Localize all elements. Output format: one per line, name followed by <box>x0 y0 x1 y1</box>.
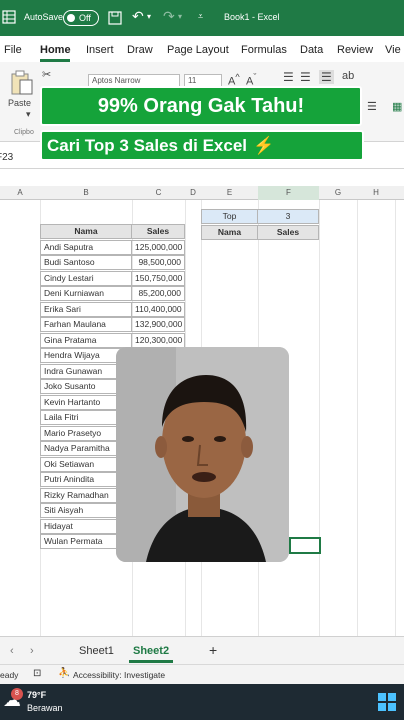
weather-condition: Berawan <box>27 703 63 713</box>
autosave-state: Off <box>79 13 91 23</box>
redo-icon[interactable]: ↷ <box>163 8 175 25</box>
status-bar: eady ⊡ ⛹ Accessibility: Investigate <box>0 664 404 684</box>
scroll-left-icon[interactable]: ‹ <box>10 645 14 657</box>
cell-nama[interactable]: Farhan Maulana <box>40 317 132 332</box>
undo-dropdown-icon[interactable]: ▾ <box>147 12 151 21</box>
presenter-photo <box>116 347 289 562</box>
title-bar: AutoSave Off ↶ ▾ ↷ ▾ ⩡ Book1 - Excel <box>0 0 404 36</box>
cell-sales[interactable]: 85,200,000 <box>131 286 185 301</box>
excel-grid-icon[interactable] <box>2 10 16 24</box>
merge-icon[interactable]: ☰ <box>367 100 377 113</box>
tab-draw[interactable]: Draw <box>127 44 153 56</box>
top-value-cell[interactable]: 3 <box>257 209 319 224</box>
top-header-nama[interactable]: Nama <box>201 225 258 240</box>
autosave-label: AutoSave <box>24 12 64 22</box>
scroll-right-icon[interactable]: › <box>30 645 34 657</box>
customize-toolbar-icon[interactable]: ⩡ <box>198 11 203 22</box>
grid-line <box>357 200 358 636</box>
top-header-sales[interactable]: Sales <box>257 225 319 240</box>
grid-line <box>395 200 396 636</box>
save-icon[interactable] <box>108 11 122 25</box>
cell-sales[interactable]: 98,500,000 <box>131 255 185 270</box>
column-header-f[interactable]: F <box>258 186 319 200</box>
webcam-overlay <box>116 347 289 562</box>
overlay-subtitle-text: Cari Top 3 Sales di Excel <box>47 136 247 155</box>
tab-review[interactable]: Review <box>337 44 373 56</box>
accessibility-status[interactable]: Accessibility: Investigate <box>73 670 165 680</box>
cell-nama[interactable]: Andi Saputra <box>40 240 132 255</box>
cell-nama[interactable]: Cindy Lestari <box>40 271 132 286</box>
number-format-icon[interactable]: ▦ <box>392 100 402 113</box>
undo-icon[interactable]: ↶ <box>132 8 144 25</box>
status-ready: eady <box>0 670 19 680</box>
redo-dropdown-icon: ▾ <box>178 12 183 21</box>
column-header-d[interactable]: D <box>185 188 201 197</box>
cell-nama[interactable]: Deni Kurniawan <box>40 286 132 301</box>
cell-sales[interactable]: 110,400,000 <box>131 302 185 317</box>
overlay-title: 99% Orang Gak Tahu! <box>40 86 362 126</box>
windows-start-icon[interactable] <box>377 692 397 712</box>
cell-sales[interactable]: 120,300,000 <box>131 333 185 348</box>
cell-nama[interactable]: Budi Santoso <box>40 255 132 270</box>
column-headers: A B C D E F G H <box>0 186 404 200</box>
orientation-icon[interactable]: ab <box>342 70 354 82</box>
weather-temp: 79°F <box>27 690 47 700</box>
clipboard-group-label: Clipbo <box>14 129 34 136</box>
paste-button[interactable]: Paste <box>8 98 31 108</box>
tab-insert[interactable]: Insert <box>86 44 114 56</box>
toggle-knob <box>67 14 75 22</box>
ribbon-tabs: File Home Insert Draw Page Layout Formul… <box>0 36 404 62</box>
overlay-subtitle: Cari Top 3 Sales di Excel ⚡ <box>40 130 364 161</box>
column-header-h[interactable]: H <box>357 188 395 197</box>
header-nama[interactable]: Nama <box>40 224 132 239</box>
tab-home[interactable]: Home <box>40 44 71 56</box>
accessibility-icon[interactable]: ⛹ <box>58 668 70 679</box>
document-title: Book1 - Excel <box>224 12 280 22</box>
tab-file[interactable]: File <box>4 44 22 56</box>
align-top-icon[interactable]: ☰ <box>283 70 294 84</box>
cell-sales[interactable]: 132,900,000 <box>131 317 185 332</box>
column-header-b[interactable]: B <box>40 188 132 197</box>
tab-data[interactable]: Data <box>300 44 323 56</box>
active-cell-selection[interactable] <box>289 537 321 554</box>
sheet-tab-bar: ‹ › Sheet1 Sheet2 + <box>0 636 404 664</box>
clipboard-icon[interactable] <box>10 70 34 96</box>
column-header-a[interactable]: A <box>10 188 30 197</box>
lightning-icon: ⚡ <box>253 136 275 155</box>
tab-sheet1[interactable]: Sheet1 <box>79 645 114 657</box>
active-sheet-indicator <box>129 660 173 663</box>
add-sheet-icon[interactable]: + <box>209 642 217 658</box>
align-middle-icon[interactable]: ☰ <box>300 70 311 84</box>
grid-line <box>319 200 320 636</box>
tab-view[interactable]: Vie <box>385 44 401 56</box>
align-bottom-icon[interactable]: ☰ <box>319 70 334 84</box>
top-label-cell[interactable]: Top <box>201 209 258 224</box>
tab-page-layout[interactable]: Page Layout <box>167 44 229 56</box>
column-header-c[interactable]: C <box>132 188 185 197</box>
paste-dropdown-icon[interactable]: ▾ <box>26 109 31 120</box>
cell-nama[interactable]: Gina Pratama <box>40 333 132 348</box>
taskbar: ☁ 8 79°F Berawan <box>0 684 404 720</box>
column-header-g[interactable]: G <box>319 188 357 197</box>
autosave-toggle[interactable]: Off <box>63 10 99 26</box>
cell-nama[interactable]: Erika Sari <box>40 302 132 317</box>
notification-badge: 8 <box>11 688 23 700</box>
name-box[interactable]: F23 <box>0 152 13 163</box>
cut-icon[interactable]: ✂ <box>42 68 51 81</box>
tab-formulas[interactable]: Formulas <box>241 44 287 56</box>
cell-sales[interactable]: 150,750,000 <box>131 271 185 286</box>
column-header-e[interactable]: E <box>201 188 258 197</box>
tab-sheet2[interactable]: Sheet2 <box>133 645 169 657</box>
macro-record-icon[interactable]: ⊡ <box>33 668 41 679</box>
header-sales[interactable]: Sales <box>131 224 185 239</box>
cell-sales[interactable]: 125,000,000 <box>131 240 185 255</box>
